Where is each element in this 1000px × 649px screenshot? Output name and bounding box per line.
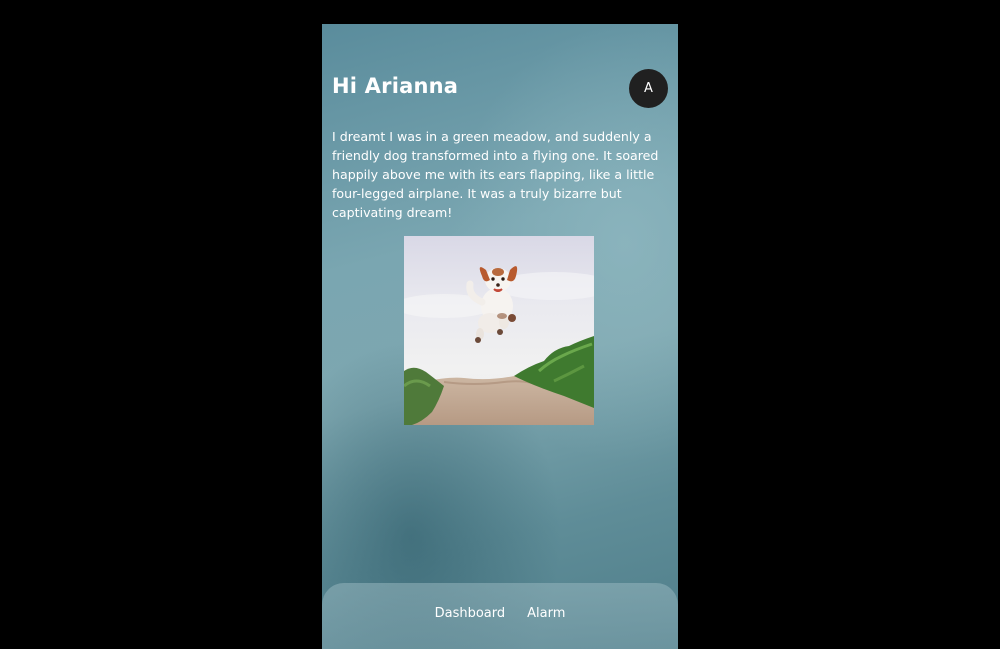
user-avatar-button[interactable]: A bbox=[629, 69, 668, 108]
nav-alarm-link[interactable]: Alarm bbox=[527, 606, 565, 621]
dream-image bbox=[404, 236, 594, 425]
greeting-title: Hi Arianna bbox=[332, 74, 459, 98]
nav-dashboard-link[interactable]: Dashboard bbox=[435, 606, 506, 621]
dream-description: I dreamt I was in a green meadow, and su… bbox=[332, 129, 659, 220]
bottom-navigation: Dashboard Alarm bbox=[322, 583, 678, 649]
app-screen: Hi Arianna A I dreamt I was in a green m… bbox=[322, 24, 678, 649]
avatar-initial: A bbox=[644, 81, 653, 96]
